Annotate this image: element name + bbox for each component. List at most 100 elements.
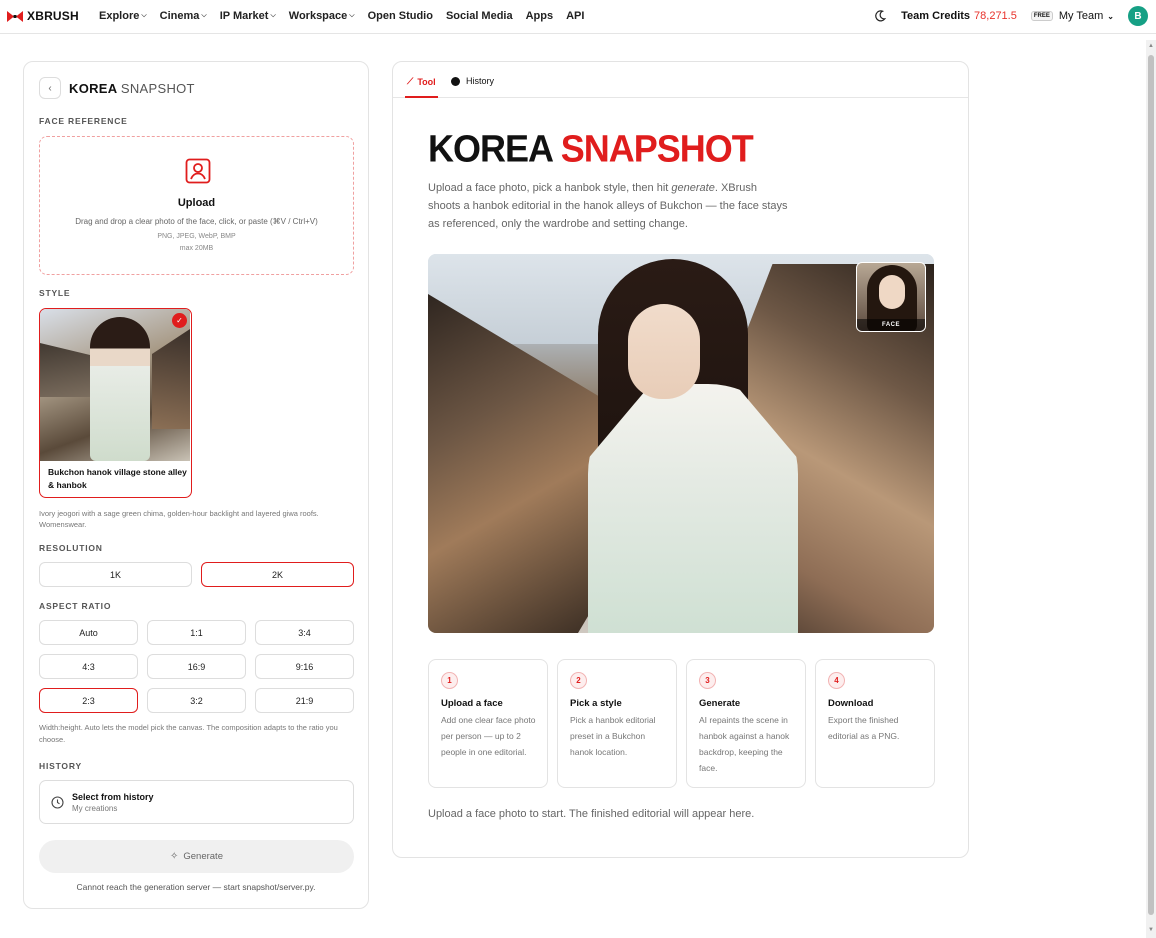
- nav-explore[interactable]: Explore ⌵: [99, 10, 147, 22]
- step-card: 2 Pick a style Pick a hanbok editorial p…: [557, 659, 677, 788]
- nav-apps[interactable]: Apps: [526, 10, 554, 22]
- resolution-1k[interactable]: 1K: [39, 562, 192, 587]
- select-from-history-button[interactable]: Select from history My creations: [39, 780, 354, 824]
- nav-ip-market[interactable]: IP Market ⌵: [220, 10, 276, 22]
- aspect-16-9[interactable]: 16:9: [147, 654, 246, 679]
- nav-workspace[interactable]: Workspace ⌵: [289, 10, 355, 22]
- aspect-3-4[interactable]: 3:4: [255, 620, 354, 645]
- clock-icon: [51, 796, 64, 809]
- settings-panel: ‹ KOREA SNAPSHOT FACE REFERENCE Upload D…: [23, 61, 369, 909]
- nav-social-media[interactable]: Social Media: [446, 10, 513, 22]
- moon-icon[interactable]: [873, 9, 887, 23]
- page-scrollbar[interactable]: ▲ ▼: [1146, 40, 1156, 938]
- start-message: Upload a face photo to start. The finish…: [428, 808, 755, 820]
- server-error-message: Cannot reach the generation server — sta…: [76, 882, 316, 892]
- resolution-2k[interactable]: 2K: [201, 562, 354, 587]
- step-number: 2: [570, 672, 587, 689]
- aspect-2-3[interactable]: 2:3: [39, 688, 138, 713]
- tab-tool[interactable]: ⟋ Tool: [405, 76, 438, 98]
- chevron-down-icon[interactable]: ⌄: [1107, 12, 1114, 21]
- step-card: 4 Download Export the finished editorial…: [815, 659, 935, 788]
- step-card: 1 Upload a face Add one clear face photo…: [428, 659, 548, 788]
- aspect-21-9[interactable]: 21:9: [255, 688, 354, 713]
- nav-cinema[interactable]: Cinema ⌵: [160, 10, 207, 22]
- main-nav: Explore ⌵ Cinema ⌵ IP Market ⌵ Workspace ⌵ O…: [99, 10, 597, 22]
- nav-label: Workspace: [288, 10, 348, 22]
- aspect-auto[interactable]: Auto: [39, 620, 138, 645]
- upload-formats: PNG, JPEG, WebP, BMP: [157, 233, 236, 240]
- tab-history[interactable]: History: [451, 76, 494, 86]
- step-title: Pick a style: [570, 698, 622, 709]
- wand-icon: ⟋: [407, 76, 414, 86]
- top-bar: XBRUSH Explore ⌵ Cinema ⌵ IP Market ⌵ Works…: [0, 0, 1156, 34]
- chevron-down-icon: ⌵: [201, 12, 207, 19]
- person-frame-icon: [185, 158, 211, 184]
- plan-badge: FREE: [1030, 11, 1053, 21]
- panel-title: KOREA SNAPSHOT: [69, 81, 195, 96]
- style-name: Bukchon hanok village stone alley & hanb…: [48, 467, 187, 490]
- step-description: Export the finished editorial as a PNG.: [828, 715, 900, 741]
- generate-label: Generate: [183, 851, 223, 862]
- team-selector[interactable]: My Team: [1059, 10, 1103, 22]
- style-thumbnail: [40, 309, 190, 461]
- history-button-subtitle: My creations: [72, 804, 118, 813]
- face-badge: FACE: [857, 319, 925, 331]
- style-card-bukchon[interactable]: ✓ Bukchon hanok village stone alley & ha…: [39, 308, 192, 498]
- step-description: Add one clear face photo per person — up…: [441, 715, 536, 757]
- history-label: HISTORY: [39, 761, 82, 771]
- preview-panel: ⟋ Tool History KOREA SNAPSHOT Upload a f…: [392, 61, 969, 858]
- aspect-3-2[interactable]: 3:2: [147, 688, 246, 713]
- chevron-down-icon: ⌵: [270, 12, 276, 19]
- chevron-down-icon: ⌵: [141, 12, 147, 19]
- face-reference-label: FACE REFERENCE: [39, 116, 128, 126]
- scroll-down-icon[interactable]: ▼: [1147, 926, 1155, 934]
- nav-label: Open Studio: [367, 10, 433, 22]
- face-upload-dropzone[interactable]: Upload Drag and drop a clear photo of th…: [39, 136, 354, 275]
- sample-editorial-image: FACE: [428, 254, 934, 633]
- nav-label: Cinema: [159, 10, 200, 22]
- nav-open-studio[interactable]: Open Studio: [368, 10, 433, 22]
- tab-label: History: [466, 76, 495, 86]
- aspect-ratio-label: ASPECT RATIO: [39, 601, 112, 611]
- nav-api[interactable]: API: [566, 10, 584, 22]
- hero-title: KOREA SNAPSHOT: [428, 126, 754, 171]
- intro-text: Upload a face photo, pick a hanbok style…: [428, 179, 788, 233]
- hero-title-a: KOREA: [428, 126, 553, 170]
- chevron-down-icon: ⌵: [349, 12, 355, 19]
- aspect-1-1[interactable]: 1:1: [147, 620, 246, 645]
- nav-label: API: [566, 10, 585, 22]
- title-bold: KOREA: [69, 80, 117, 96]
- nav-label: Social Media: [445, 10, 513, 22]
- aspect-4-3[interactable]: 4:3: [39, 654, 138, 679]
- back-button[interactable]: ‹: [39, 77, 61, 99]
- step-description: Pick a hanbok editorial preset in a Bukc…: [570, 715, 656, 757]
- tab-bar: ⟋ Tool History: [393, 62, 968, 98]
- tab-label: Tool: [417, 76, 436, 87]
- style-description: Ivory jeogori with a sage green chima, g…: [39, 509, 319, 529]
- upload-title: Upload: [177, 197, 216, 209]
- scroll-up-icon[interactable]: ▲: [1147, 42, 1155, 50]
- avatar[interactable]: B: [1128, 6, 1148, 26]
- scroll-thumb[interactable]: [1148, 55, 1154, 915]
- sparkle-icon: ✧: [169, 851, 179, 862]
- dot-icon: [451, 76, 460, 86]
- step-number: 3: [699, 672, 716, 689]
- panel-header: ‹ KOREA SNAPSHOT: [39, 77, 195, 99]
- step-title: Generate: [699, 698, 741, 709]
- step-title: Download: [828, 698, 874, 709]
- intro-emphasis: generate: [671, 182, 715, 194]
- nav-label: IP Market: [219, 10, 269, 22]
- title-light: SNAPSHOT: [120, 80, 195, 96]
- brand-logo[interactable]: XBRUSH: [7, 9, 79, 23]
- brand-name: XBRUSH: [27, 9, 79, 23]
- chevron-left-icon: ‹: [48, 82, 52, 94]
- aspect-9-16[interactable]: 9:16: [255, 654, 354, 679]
- step-description: AI repaints the scene in hanbok against …: [699, 715, 790, 773]
- history-button-title: Select from history: [72, 792, 154, 802]
- step-title: Upload a face: [441, 698, 503, 709]
- upload-description: Drag and drop a clear photo of the face,…: [75, 217, 318, 226]
- intro-a: Upload a face photo, pick a hanbok style…: [428, 182, 672, 194]
- bowtie-logo-icon: [7, 10, 23, 22]
- generate-button[interactable]: ✧ Generate: [39, 840, 354, 873]
- aspect-hint: Width:height. Auto lets the model pick t…: [39, 723, 338, 744]
